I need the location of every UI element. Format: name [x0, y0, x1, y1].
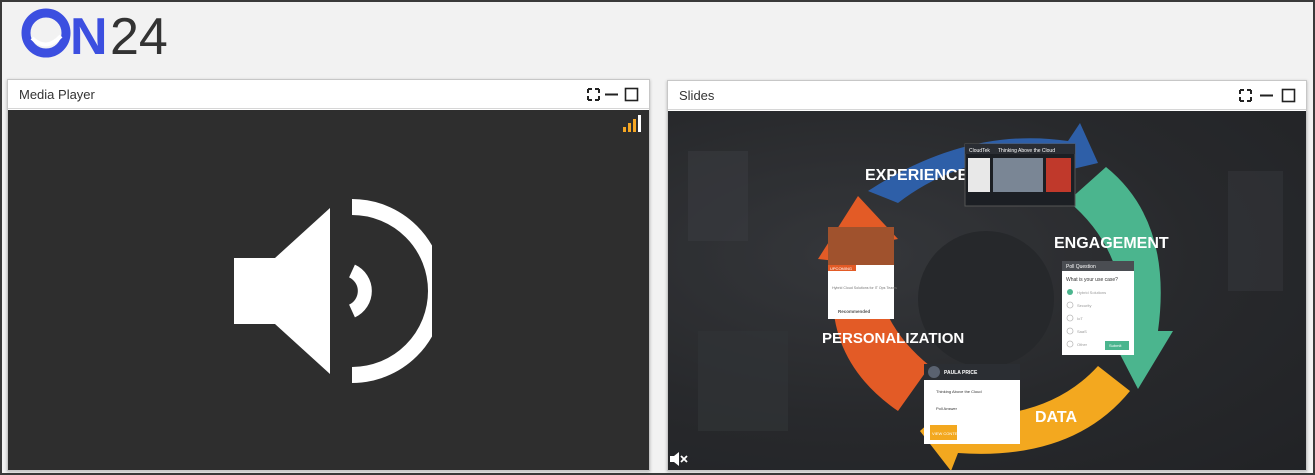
profile-name: PAULA PRICE [944, 370, 978, 376]
on24-logo: N 24 [16, 8, 188, 66]
profile-cta: VIEW CONTENT [932, 431, 963, 436]
profile-row: Thinking Above the Cloud [936, 389, 982, 394]
media-player-header: Media Player [8, 80, 649, 109]
minimize-icon[interactable] [604, 87, 619, 102]
mute-icon[interactable] [670, 451, 688, 467]
slides-header: Slides [668, 81, 1306, 110]
slides-title: Slides [679, 88, 715, 103]
media-player-body[interactable] [8, 110, 649, 470]
poll-question: What is your use case? [1066, 277, 1118, 283]
poll-option: IoT [1077, 316, 1083, 321]
slide-viewport[interactable]: EXPERIENCES ENGAGEMENT DATA PERSONALIZAT… [668, 111, 1306, 470]
media-player-panel: Media Player [7, 79, 650, 471]
card-recommended: UPCOMING Hybrid Cloud Solutions for IT O… [828, 227, 897, 319]
poll-option: Hybrid Solutions [1077, 290, 1106, 295]
minimize-icon[interactable] [1259, 88, 1274, 103]
maximize-icon[interactable] [624, 87, 639, 102]
fullscreen-icon[interactable] [1238, 88, 1253, 103]
logo-n: N [70, 8, 108, 62]
card-poll: Poll Question What is your use case? Hyb… [1062, 261, 1134, 355]
card-webinar: CloudTek Thinking Above the Cloud [964, 143, 1076, 207]
label-data: DATA [1035, 409, 1078, 426]
label-engagement: ENGAGEMENT [1054, 235, 1169, 252]
profile-row: Poll Answer [936, 406, 958, 411]
card-profile: PAULA PRICE Thinking Above the Cloud Pol… [924, 364, 1020, 444]
recommended-badge: UPCOMING [830, 266, 852, 271]
poll-submit: Submit [1109, 343, 1122, 348]
label-personalization: PERSONALIZATION [822, 330, 964, 347]
speaker-icon[interactable] [232, 196, 444, 386]
poll-option: Security [1077, 303, 1091, 308]
slides-panel: Slides EXPERIENCES ENGAGEMENT DATA PERSO… [667, 80, 1307, 471]
webinar-headline: Thinking Above the Cloud [998, 148, 1055, 154]
webinar-logo: CloudTek [969, 148, 990, 154]
poll-title: Poll Question [1066, 264, 1096, 270]
fullscreen-icon[interactable] [586, 87, 601, 102]
slide-image: EXPERIENCES ENGAGEMENT DATA PERSONALIZAT… [668, 111, 1306, 470]
media-player-title: Media Player [19, 87, 95, 102]
recommended-footer: Recommended [838, 309, 871, 314]
recommended-headline: Hybrid Cloud Solutions for IT Ops Teams [832, 286, 897, 290]
poll-option: Other [1077, 342, 1088, 347]
signal-strength-icon [623, 114, 643, 132]
maximize-icon[interactable] [1281, 88, 1296, 103]
logo-24: 24 [110, 8, 168, 62]
label-experiences: EXPERIENCES [865, 167, 979, 184]
poll-option: SaaS [1077, 329, 1087, 334]
